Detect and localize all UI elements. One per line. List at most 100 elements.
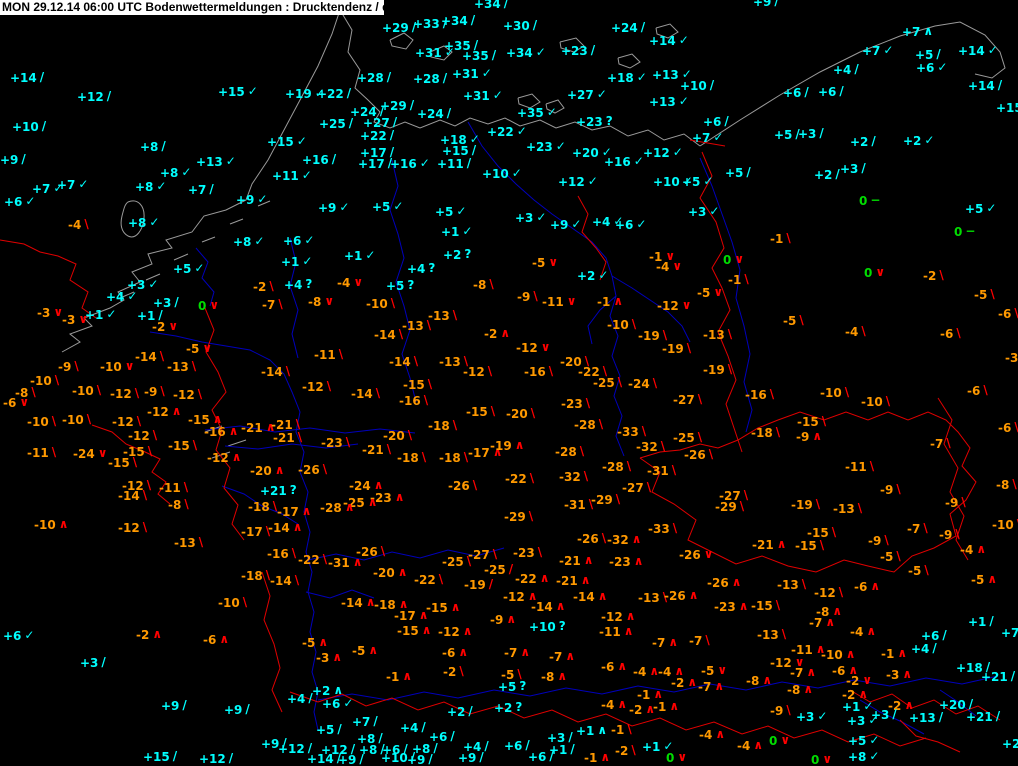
tendency-symbol: ✓ xyxy=(343,696,354,710)
tendency-symbol: / xyxy=(389,128,395,142)
station: +30/ xyxy=(503,18,537,33)
tendency-symbol: ∧ xyxy=(228,424,239,438)
pressure-tendency-value: -9 xyxy=(490,613,504,627)
tendency-symbol: / xyxy=(470,13,476,27)
pressure-tendency-value: -25 xyxy=(673,431,695,445)
station: -13 \ xyxy=(167,359,196,374)
tendency-symbol: \ xyxy=(961,495,966,509)
station: -3 ∧ xyxy=(886,667,912,682)
station: -10\ xyxy=(366,296,395,311)
tendency-symbol: \ xyxy=(990,287,995,301)
pressure-tendency-value: -18 xyxy=(428,419,450,433)
station: +16/ xyxy=(302,152,336,167)
tendency-symbol: ∧ xyxy=(897,646,908,660)
pressure-tendency-value: -24 xyxy=(73,447,95,461)
pressure-tendency-value: -8 xyxy=(787,683,801,697)
pressure-tendency-value: +18 xyxy=(956,661,983,675)
station: +5 ✓ xyxy=(173,261,204,276)
station: +3 ✓ xyxy=(796,709,827,724)
tendency-symbol: \ xyxy=(294,573,300,587)
pressure-tendency-value: +9 xyxy=(458,751,477,765)
station: -26 \ xyxy=(298,462,327,477)
station: -25/ xyxy=(484,562,513,577)
station: -16 \ xyxy=(399,393,428,408)
station: +3 ✓ xyxy=(847,713,878,728)
tendency-symbol: \ xyxy=(466,554,472,568)
pressure-tendency-value: +17 xyxy=(358,157,385,171)
pressure-tendency-value: +1 xyxy=(441,225,460,239)
tendency-symbol: ∧ xyxy=(368,643,379,657)
pressure-tendency-value: +31 xyxy=(463,89,490,103)
station: -21 ∧ xyxy=(559,553,593,568)
pressure-tendency-value: +22 xyxy=(317,87,344,101)
pressure-tendency-value: -6 xyxy=(998,307,1012,321)
pressure-tendency-value: +19 xyxy=(285,87,312,101)
tendency-symbol: \ xyxy=(322,552,328,566)
pressure-tendency-value: -2 xyxy=(443,665,457,679)
station: -32 ∧ xyxy=(607,532,641,547)
tendency-symbol: ∧ xyxy=(58,517,69,531)
pressure-tendency-value: +11 xyxy=(437,157,464,171)
tendency-symbol: ∧ xyxy=(450,600,461,614)
station: -16 \ xyxy=(745,387,774,402)
pressure-tendency-value: -22 xyxy=(515,572,537,586)
tendency-symbol: \ xyxy=(727,327,733,341)
tendency-symbol: ∧ xyxy=(506,612,517,626)
pressure-tendency-value: -33 xyxy=(617,425,639,439)
pressure-tendency-value: -19 xyxy=(703,363,725,377)
tendency-symbol: \ xyxy=(1014,306,1018,320)
tendency-symbol: \ xyxy=(285,364,291,378)
pressure-tendency-value: -6 xyxy=(442,646,456,660)
pressure-tendency-value: +4 xyxy=(592,215,611,229)
tendency-symbol: ∧ xyxy=(597,589,608,603)
tendency-symbol: ✓ xyxy=(678,94,689,108)
station: +5 ✓ xyxy=(682,174,713,189)
pressure-tendency-value: -31 xyxy=(328,556,350,570)
tendency-symbol: \ xyxy=(869,459,875,473)
pressure-tendency-value: 0 xyxy=(723,253,732,267)
station: -2 \ xyxy=(923,268,944,283)
station: -13 \ xyxy=(703,327,733,342)
pressure-tendency-value: +8 xyxy=(160,166,179,180)
pressure-tendency-value: -23 xyxy=(321,436,343,450)
pressure-tendency-value: +12 xyxy=(278,742,305,756)
pressure-tendency-value: +9 xyxy=(318,201,337,215)
pressure-tendency-value: -26 xyxy=(448,479,470,493)
station: -5 ∨ xyxy=(697,285,723,300)
tendency-symbol: \ xyxy=(786,231,791,245)
tendency-symbol: \ xyxy=(269,279,274,293)
tendency-symbol: / xyxy=(442,71,448,85)
tendency-symbol: ∧ xyxy=(753,738,764,752)
station: +15 ✓ xyxy=(267,134,307,149)
tendency-symbol: \ xyxy=(197,387,203,401)
tendency-symbol: \ xyxy=(708,447,714,461)
tendency-symbol: \ xyxy=(598,417,604,431)
tendency-symbol: ✓ xyxy=(247,84,258,98)
pressure-tendency-value: +4 xyxy=(833,63,852,77)
pressure-tendency-value: +6 xyxy=(283,234,302,248)
station: -21 ∧ xyxy=(556,573,590,588)
pressure-tendency-value: +29 xyxy=(382,21,409,35)
pressure-tendency-value: -7 xyxy=(790,666,804,680)
pressure-tendency-value: 0 xyxy=(811,753,820,766)
tendency-symbol: \ xyxy=(452,308,458,322)
pressure-tendency-value: -21 xyxy=(271,418,293,432)
station: -6 ∧ xyxy=(203,632,229,647)
station: -6 ∧ xyxy=(854,579,880,594)
station: -21 \ xyxy=(273,430,302,445)
tendency-symbol: / xyxy=(932,641,937,655)
pressure-tendency-value: 0 xyxy=(769,734,778,748)
pressure-tendency-value: -14 xyxy=(268,521,290,535)
station: -8 ∧ xyxy=(746,673,772,688)
pressure-tendency-value: -19 xyxy=(662,342,684,356)
station: +35 ✓ xyxy=(517,105,557,120)
pressure-tendency-value: -4 xyxy=(68,218,82,232)
station: -6\ xyxy=(998,420,1018,435)
tendency-symbol: ✓ xyxy=(462,224,473,238)
station: -1 ∧ xyxy=(386,669,412,684)
pressure-tendency-value: -6 xyxy=(3,396,17,410)
tendency-symbol: / xyxy=(549,749,554,763)
station: -29 \ xyxy=(715,499,744,514)
pressure-tendency-value: +7 xyxy=(352,715,371,729)
pressure-tendency-value: -17 xyxy=(468,446,490,460)
